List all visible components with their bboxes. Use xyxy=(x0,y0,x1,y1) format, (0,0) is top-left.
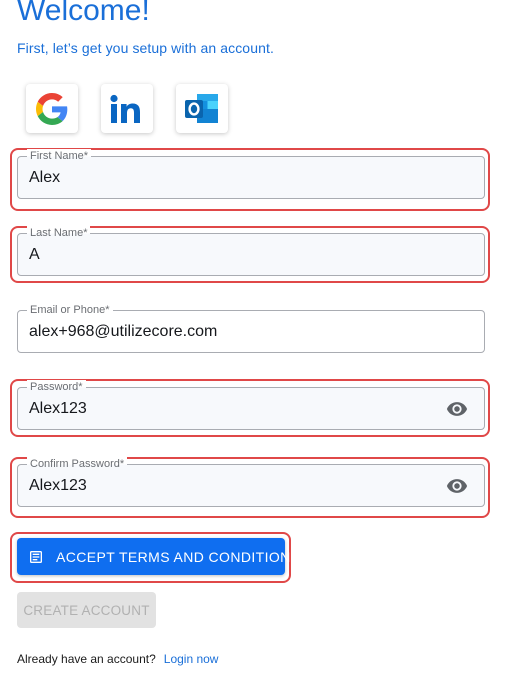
login-prompt-text: Already have an account? xyxy=(17,652,156,666)
password-label: Password* xyxy=(27,380,86,394)
accept-terms-button[interactable]: ACCEPT TERMS AND CONDITIONS xyxy=(17,538,300,575)
confirm-password-value: Alex123 xyxy=(29,477,87,494)
show-password-icon[interactable] xyxy=(444,398,470,420)
password-field[interactable]: Password* Alex123 xyxy=(17,380,485,430)
linkedin-login-button[interactable] xyxy=(101,84,153,133)
page-title: Welcome! xyxy=(17,0,150,27)
last-name-value: A xyxy=(29,246,40,263)
last-name-field[interactable]: Last Name* A xyxy=(17,226,485,276)
confirm-password-label: Confirm Password* xyxy=(27,457,128,471)
document-icon xyxy=(28,549,44,565)
password-value: Alex123 xyxy=(29,400,87,417)
google-login-button[interactable] xyxy=(26,84,78,133)
outlook-login-button[interactable] xyxy=(176,84,228,133)
confirm-password-field[interactable]: Confirm Password* Alex123 xyxy=(17,457,485,507)
email-phone-field[interactable]: Email or Phone* alex+968@utilizecore.com xyxy=(17,303,485,353)
first-name-label: First Name* xyxy=(27,149,92,163)
create-account-button[interactable]: CREATE ACCOUNT xyxy=(17,592,156,628)
last-name-label: Last Name* xyxy=(27,226,91,240)
page-subtitle: First, let’s get you setup with an accou… xyxy=(17,40,274,56)
first-name-field[interactable]: First Name* Alex xyxy=(17,149,485,199)
login-now-link[interactable]: Login now xyxy=(164,652,219,666)
email-phone-label: Email or Phone* xyxy=(27,303,113,317)
outlook-icon xyxy=(185,93,218,123)
show-confirm-password-icon[interactable] xyxy=(444,475,470,497)
login-prompt: Already have an account? Login now xyxy=(17,652,218,666)
accept-terms-label: ACCEPT TERMS AND CONDITIONS xyxy=(56,548,301,565)
google-icon xyxy=(36,92,68,125)
first-name-value: Alex xyxy=(29,169,61,186)
linkedin-icon xyxy=(110,94,140,123)
email-phone-value: alex+968@utilizecore.com xyxy=(29,323,218,340)
